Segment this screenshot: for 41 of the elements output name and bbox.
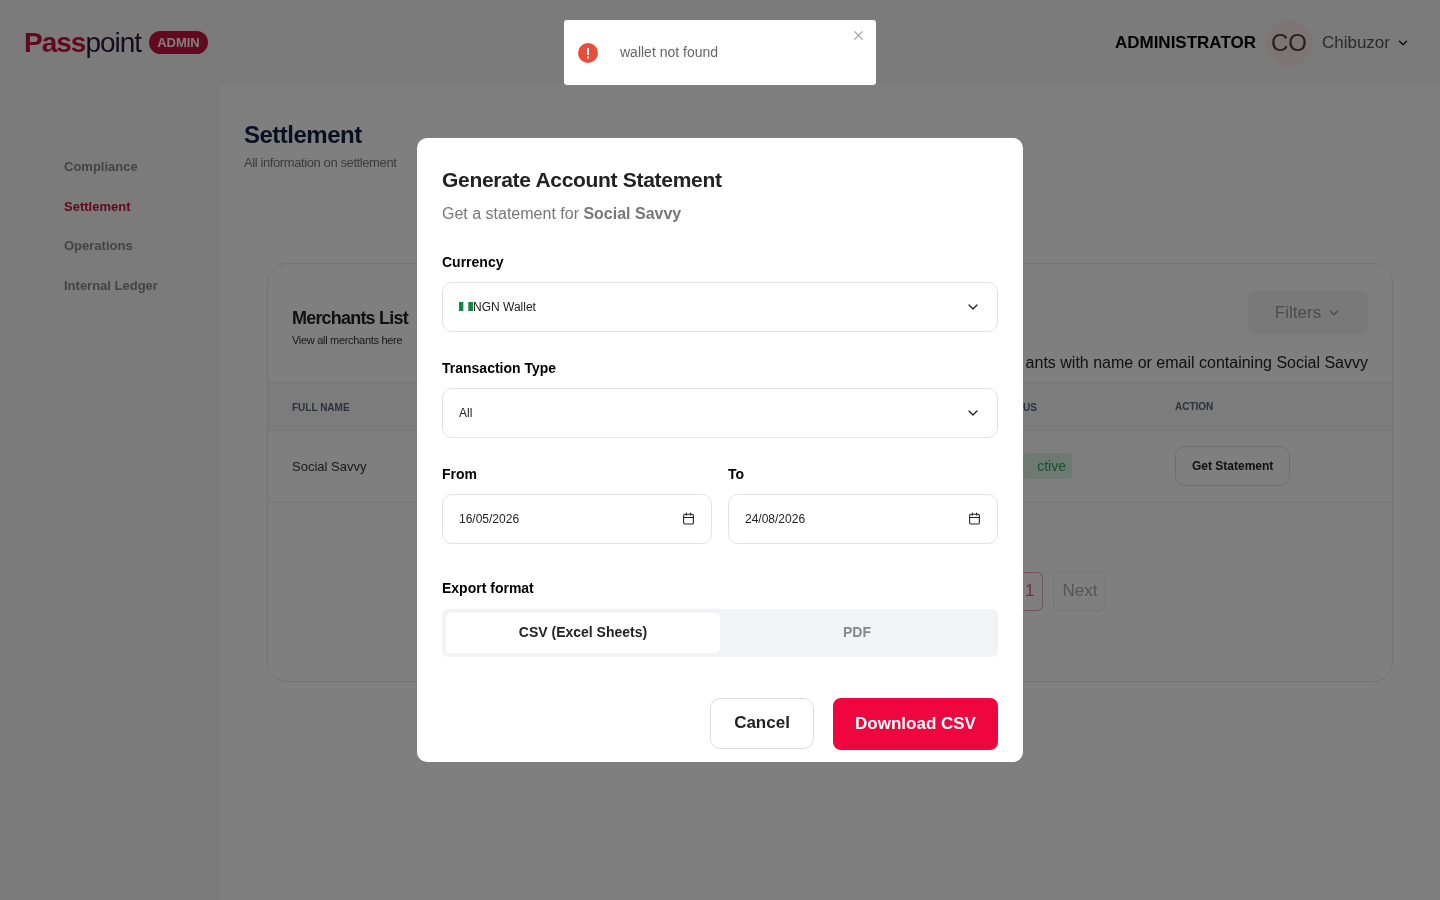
admin-badge: ADMIN bbox=[149, 30, 208, 55]
page-title: Settlement bbox=[244, 120, 363, 150]
date-value: 24/08/2026 bbox=[745, 510, 806, 528]
status-badge: ctive bbox=[1023, 453, 1072, 479]
field-label: Export format bbox=[442, 578, 535, 598]
date-field[interactable]: 24/08/2026 bbox=[728, 493, 998, 544]
select-value: NGN Wallet bbox=[473, 298, 536, 316]
page-subtitle: All information on settlement bbox=[244, 154, 398, 172]
calendar-icon[interactable] bbox=[968, 512, 981, 525]
date-field[interactable]: 16/05/2026 bbox=[442, 493, 712, 544]
toast-message: wallet not found bbox=[620, 43, 719, 62]
date-value: 16/05/2026 bbox=[459, 510, 520, 528]
user-avatar[interactable]: CO bbox=[1265, 19, 1312, 66]
dialog-title: Generate Account Statement bbox=[442, 167, 723, 193]
column-header: US bbox=[1023, 402, 1037, 413]
card-title: Merchants List bbox=[292, 306, 408, 330]
format-option[interactable]: CSV (Excel Sheets) bbox=[446, 612, 720, 653]
column-header: FULL NAME bbox=[292, 402, 350, 413]
field-label: From bbox=[442, 464, 478, 484]
sidebar-item[interactable]: Settlement bbox=[64, 196, 220, 216]
column-header: ACTION bbox=[1175, 399, 1214, 414]
calendar-icon[interactable] bbox=[682, 512, 695, 525]
format-option[interactable]: PDF bbox=[720, 612, 994, 653]
field-label: To bbox=[728, 464, 746, 484]
currency-select[interactable]: NGN Wallet bbox=[442, 281, 998, 332]
role-label: ADMINISTRATOR bbox=[1114, 31, 1256, 54]
field-label: Currency bbox=[442, 252, 505, 272]
flag-icon bbox=[459, 302, 473, 311]
search-summary: ants with name or email containing Social Savvy bbox=[1025, 352, 1368, 373]
transaction-type-select[interactable]: All bbox=[442, 387, 998, 438]
card-subtitle: View all merchants here bbox=[292, 332, 404, 348]
user-menu[interactable]: Chibuzor bbox=[1321, 29, 1410, 56]
select-value: All bbox=[459, 404, 473, 422]
logo[interactable]: Passpoint bbox=[24, 21, 142, 64]
dialog-subtitle: Get a statement for Social Savvy bbox=[442, 203, 683, 224]
field-label: Transaction Type bbox=[442, 358, 558, 378]
cancel-button[interactable]: Cancel bbox=[710, 697, 814, 749]
get-statement-button[interactable]: Get Statement bbox=[1175, 446, 1291, 486]
alert-icon bbox=[578, 42, 598, 63]
download-button[interactable]: Download CSV bbox=[833, 697, 998, 750]
table-cell: Social Savvy bbox=[292, 459, 367, 474]
